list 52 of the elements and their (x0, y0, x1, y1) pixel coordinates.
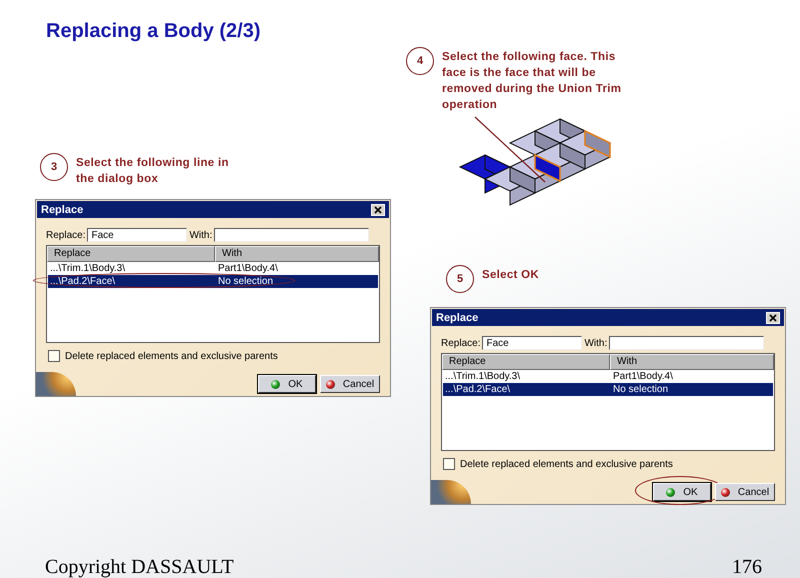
checkbox[interactable] (443, 458, 455, 470)
step-instruction: Select the following line in the dialog box (76, 156, 230, 187)
checkbox-label: Delete replaced elements and exclusive parents (460, 458, 673, 470)
list-cell-text: No selection (612, 383, 670, 396)
dialog-title: Replace (436, 312, 478, 324)
dialog-title: Replace (41, 204, 84, 216)
step-number: 5 (446, 265, 474, 293)
copyright-text: Copyright DASSAULT (45, 556, 234, 578)
status-dot-icon (720, 488, 730, 496)
cancel-button[interactable]: Cancel (715, 483, 775, 501)
cancel-button[interactable]: Cancel (320, 375, 380, 393)
ok-button[interactable]: OK (258, 375, 316, 393)
list-cell-text: ...\Trim.1\Body.3\ (444, 370, 522, 383)
field-label: With: (189, 230, 212, 240)
step-instruction: Select the following face. This face is the face that will be removed during the Union Trim operation (442, 50, 622, 113)
ok-button[interactable]: OK (653, 483, 711, 501)
column-header[interactable]: Replace (47, 246, 215, 262)
status-dot-icon (326, 380, 335, 388)
column-header[interactable]: With (610, 354, 774, 370)
with-field[interactable] (214, 228, 370, 242)
step-instruction: Select OK (482, 268, 540, 283)
list-cell-text: No selection (217, 275, 274, 288)
sun-graphic (36, 372, 76, 396)
close-button[interactable] (371, 204, 385, 216)
close-icon (374, 206, 382, 214)
list-cell-text: ...\Pad.2\Face\ (49, 275, 116, 288)
checkbox-label: Delete replaced elements and exclusive parents (65, 350, 278, 362)
slide-title: Replacing a Body (2/3) (46, 20, 260, 43)
close-icon (769, 314, 777, 322)
status-dot-icon (271, 380, 280, 388)
list-cell-text: Part1\Body.4\ (217, 262, 279, 275)
field-label: Replace: (46, 230, 86, 240)
sun-graphic (431, 480, 471, 504)
status-dot-icon (666, 488, 676, 496)
list-row[interactable]: ...\Pad.2\Face\ No selection (48, 275, 378, 288)
list-cell-text: ...\Trim.1\Body.3\ (49, 262, 126, 275)
step-number: 3 (40, 153, 68, 181)
field-label: With: (584, 338, 608, 348)
step-number: 4 (406, 47, 434, 75)
list-cell-text: Part1\Body.4\ (612, 370, 674, 383)
list-cell-text: ...\Pad.2\Face\ (444, 383, 512, 396)
column-header[interactable]: With (215, 246, 379, 262)
with-field[interactable] (609, 336, 764, 350)
checkbox[interactable] (48, 350, 60, 362)
close-button[interactable] (766, 312, 780, 324)
leader-line (474, 116, 546, 182)
page-number: 176 (732, 556, 762, 578)
list-row[interactable]: ...\Pad.2\Face\ No selection (443, 383, 773, 396)
field-label: Replace: (441, 338, 480, 348)
column-header[interactable]: Replace (442, 354, 610, 370)
replace-field[interactable]: Face (482, 336, 582, 350)
replace-field[interactable]: Face (87, 228, 188, 242)
